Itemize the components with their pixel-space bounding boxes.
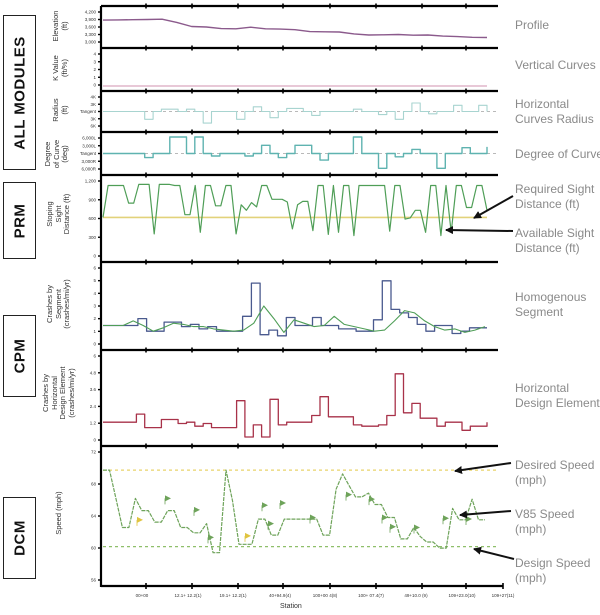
y-tick-label: 6 [93, 354, 96, 359]
flag-icon [346, 491, 352, 498]
flag-icon [443, 515, 449, 522]
y-tick-label: 2 [93, 316, 96, 321]
y-tick-label: 72 [91, 450, 97, 455]
y-tick-label: 3,000 [85, 40, 97, 45]
flag-icon [137, 516, 143, 523]
y-tick-label: 6,000L [82, 136, 96, 141]
y-tick-label: 3K [90, 102, 96, 107]
y-tick-label: 300 [88, 235, 96, 240]
y-tick-label: 3 [93, 59, 96, 64]
flag-icon [194, 506, 200, 513]
degree-step-line [103, 136, 488, 169]
arrow-required-sight-distance [473, 195, 514, 219]
x-tick-label: 19.1+ 12.2(1) [220, 593, 247, 598]
chart-canvas: 00+00 12.1+ 12.2(1) 19.1+ 12.2(1) 40+94.9(4… [80, 3, 515, 598]
flag-icon [414, 524, 420, 531]
y-tick-label: 0 [93, 254, 96, 259]
y-tick-label: 900 [88, 197, 96, 202]
y-tick-label: 1.2 [90, 421, 97, 426]
y-tick-label: 6K [90, 124, 96, 129]
flag-icon [382, 514, 388, 521]
y-tick-label: 6 [93, 266, 96, 271]
homogenous-segment-line [103, 305, 486, 333]
y-tick-label: 64 [91, 514, 97, 519]
y-tick-label: 0 [93, 438, 96, 443]
x-tick-label: 109+23.0(10) [449, 593, 476, 598]
y-tick-label: 4,200 [85, 10, 97, 15]
profile-elevation-line [102, 18, 488, 39]
arrow-design-speed [473, 546, 515, 560]
y-tick-label: 4 [93, 291, 96, 296]
y-tick-label: Tangent [80, 109, 97, 114]
y-tick-label: 0 [93, 83, 96, 88]
y-tick-label: 4.8 [90, 370, 97, 375]
x-tick-label: 109+27(11) [492, 593, 515, 598]
y-tick-label: 6,000R [81, 167, 96, 172]
flag-icon [165, 495, 171, 502]
y-tick-label: Tangent [80, 151, 97, 156]
x-tick-label: 49+10.0 (9) [404, 593, 428, 598]
y-tick-label: 2.4 [90, 404, 97, 409]
y-tick-label: 0 [93, 342, 96, 347]
x-tick-label: 00+00 [136, 593, 149, 598]
y-tick-label: 3 [93, 304, 96, 309]
flag-icon [245, 532, 251, 539]
y-tick-label: 2 [93, 67, 96, 72]
y-tick-label: 1 [93, 75, 96, 80]
hde-step-line [103, 373, 488, 438]
y-tick-label: 3,000R [81, 159, 96, 164]
flag-icon [466, 516, 472, 523]
flag-icon [262, 502, 268, 509]
flag-icon [390, 523, 396, 530]
y-tick-label: 5 [93, 278, 96, 283]
flag-icon [208, 534, 214, 541]
y-tick-label: 3,300 [85, 32, 97, 37]
y-tick-label: 3K [90, 116, 96, 121]
y-tick-label: 1 [93, 329, 96, 334]
y-tick-label: 4K [90, 95, 96, 100]
y-tick-label: 3,600 [85, 25, 97, 30]
x-tick-label: 12.1+ 12.2(1) [175, 593, 202, 598]
y-tick-label: 1,200 [85, 179, 97, 184]
y-tick-label: 60 [91, 546, 97, 551]
x-tick-label: 40+94.9(4) [269, 593, 291, 598]
y-tick-label: 3,900 [85, 17, 97, 22]
flag-icon [268, 520, 274, 527]
x-tick-label: 100+00 4(8) [313, 593, 338, 598]
y-tick-label: 56 [91, 578, 97, 583]
y-tick-label: 68 [91, 482, 97, 487]
radius-step-line [103, 102, 488, 124]
x-tick-label: 100+ 07.4(7) [358, 593, 384, 598]
y-tick-label: 3,000L [82, 143, 96, 148]
flag-icon [369, 496, 375, 503]
y-tick-label: 600 [88, 216, 96, 221]
v85-speed-line [103, 469, 485, 554]
crashes-segment-step-line [103, 280, 487, 337]
arrow-available-sight-distance [445, 226, 514, 235]
flag-icon [280, 500, 286, 506]
y-tick-label: 3.6 [90, 387, 97, 392]
y-tick-label: 4 [93, 52, 96, 57]
available-sight-distance-line [102, 183, 488, 237]
